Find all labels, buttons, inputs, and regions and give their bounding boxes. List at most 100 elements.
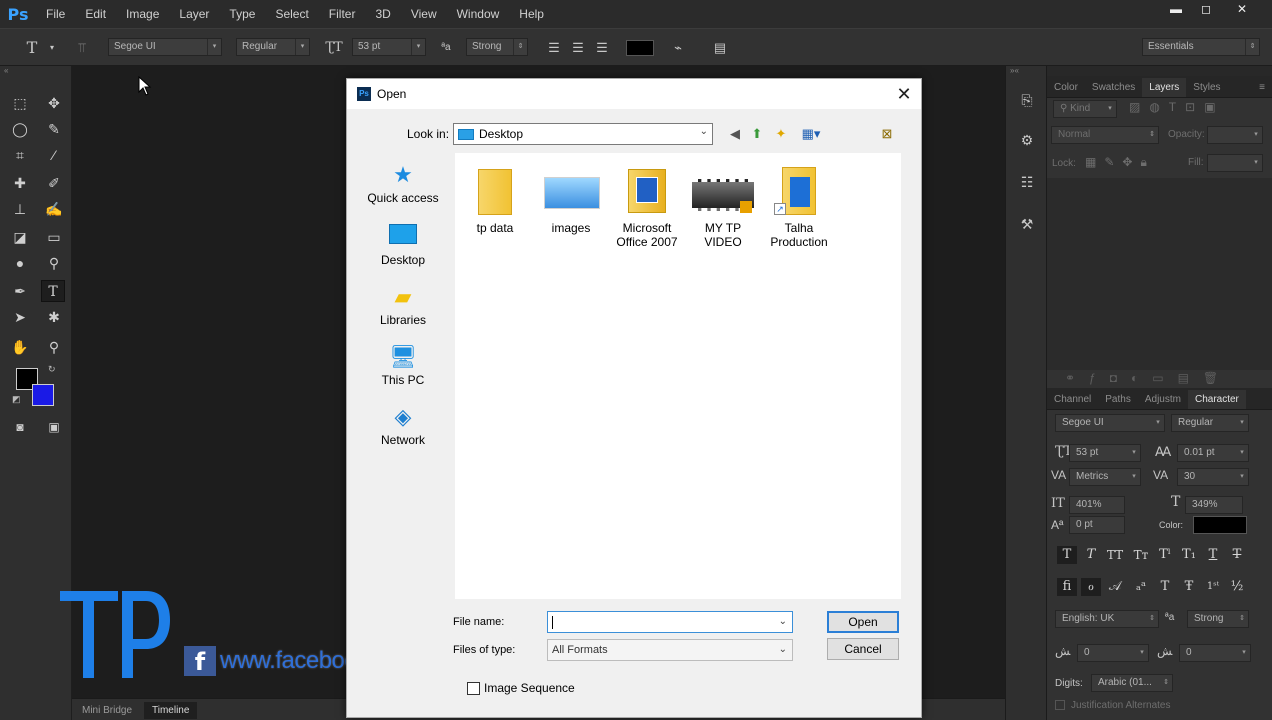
subscript-button[interactable]: T₁ — [1179, 546, 1199, 564]
path-selection-tool-icon[interactable]: ➤ — [8, 306, 32, 328]
view-menu-icon[interactable]: ▦▾ — [797, 124, 825, 144]
char-tracking-select[interactable]: 30 ▾ — [1177, 468, 1249, 486]
tab-mini-bridge[interactable]: Mini Bridge — [74, 702, 140, 719]
menu-3d[interactable]: 3D — [365, 0, 400, 28]
blur-tool-icon[interactable]: ● — [8, 252, 32, 274]
file-item[interactable]: ↗ Talha Production — [761, 163, 837, 249]
char-font-style-select[interactable]: Regular ▾ — [1171, 414, 1249, 432]
align-left-icon[interactable]: ☰ — [544, 38, 564, 58]
font-size-select[interactable]: 53 pt ▾ — [352, 38, 426, 56]
justification-alternates-checkbox[interactable]: Justification Alternates — [1055, 700, 1171, 711]
history-brush-tool-icon[interactable]: ✍ — [42, 198, 66, 220]
tab-swatches[interactable]: Swatches — [1085, 78, 1142, 97]
align-center-icon[interactable]: ☰ — [568, 38, 588, 58]
tab-layers[interactable]: Layers — [1142, 78, 1187, 97]
char-leading-field[interactable]: 0.01 pt ▾ — [1177, 444, 1249, 462]
type-tool-icon[interactable]: T — [22, 38, 42, 58]
all-caps-button[interactable]: TT — [1105, 546, 1125, 564]
swap-colors-icon[interactable]: ↻ — [48, 364, 56, 375]
hand-tool-icon[interactable]: ✋ — [8, 336, 32, 358]
cancel-button[interactable]: Cancel — [827, 638, 899, 660]
menu-select[interactable]: Select — [265, 0, 318, 28]
layer-filter-icons[interactable]: ▨◍T⊡▣ — [1129, 100, 1225, 114]
font-style-select[interactable]: Regular ▾ — [236, 38, 310, 56]
char-field-b[interactable]: 0 ▾ — [1179, 644, 1251, 662]
char-font-family-select[interactable]: Segoe UI ▾ — [1055, 414, 1165, 432]
underline-button[interactable]: T — [1203, 546, 1223, 564]
clone-stamp-tool-icon[interactable]: ⊥ — [8, 198, 32, 220]
file-type-select[interactable]: All Formats ⌄ — [547, 639, 793, 661]
adjustments-panel-icon[interactable]: ☷ — [1014, 170, 1040, 194]
font-family-select[interactable]: Segoe UI ▾ — [108, 38, 222, 56]
lock-icons[interactable]: ▦✎✥🔒︎ — [1085, 155, 1155, 170]
orientation-toggle-icon[interactable]: ⫪ — [72, 38, 92, 58]
back-icon[interactable]: ◀ — [725, 124, 745, 144]
file-item[interactable]: tp data — [457, 163, 533, 235]
char-horizontal-scale-field[interactable]: 349% — [1185, 496, 1243, 514]
panel-menu-icon[interactable]: ≡ — [1252, 78, 1272, 97]
old-style-button[interactable]: ℴ — [1081, 578, 1101, 596]
type-tool-button-icon[interactable]: T — [41, 280, 65, 302]
quick-mask-icon[interactable]: ◙ — [8, 416, 32, 438]
char-antialias-select[interactable]: Strong ⇕ — [1187, 610, 1249, 628]
collapse-arrows-icon[interactable]: « — [4, 66, 8, 75]
gradient-tool-icon[interactable]: ▭ — [42, 226, 66, 248]
up-folder-icon[interactable]: ⬆ — [747, 124, 767, 144]
tab-character[interactable]: Character — [1187, 390, 1246, 409]
restore-button[interactable]: ◻ — [1192, 0, 1220, 18]
collapse-arrows-icon[interactable]: »« — [1010, 66, 1019, 75]
menu-layer[interactable]: Layer — [169, 0, 219, 28]
char-kerning-select[interactable]: Metrics ▾ — [1069, 468, 1141, 486]
char-font-size-field[interactable]: 53 pt ▾ — [1069, 444, 1141, 462]
fill-field[interactable]: ▾ — [1207, 154, 1263, 172]
checkbox-box[interactable] — [467, 681, 480, 695]
menu-view[interactable]: View — [401, 0, 447, 28]
text-color-swatch[interactable] — [626, 40, 654, 56]
dodge-tool-icon[interactable]: ⚲ — [42, 252, 66, 274]
align-right-icon[interactable]: ☰ — [592, 38, 612, 58]
quick-select-tool-icon[interactable]: ✎ — [42, 118, 66, 140]
marquee-tool-icon[interactable]: ⬚ — [8, 92, 32, 114]
blend-mode-select[interactable]: Normal ⇕ — [1051, 126, 1159, 144]
eyedropper-tool-icon[interactable]: ⁄ — [42, 144, 66, 166]
custom-shape-tool-icon[interactable]: ✱ — [42, 306, 66, 328]
tool-presets-panel-icon[interactable]: ⚒ — [1014, 212, 1040, 236]
digits-select[interactable]: Arabic (01... ⇕ — [1091, 674, 1173, 692]
menu-window[interactable]: Window — [447, 0, 510, 28]
opacity-field[interactable]: ▾ — [1207, 126, 1263, 144]
tab-timeline[interactable]: Timeline — [144, 702, 198, 719]
layer-action-icons[interactable]: ⚭ƒ◘◐▭▤🗑︎ — [1065, 371, 1232, 385]
file-item[interactable]: images — [533, 163, 609, 235]
healing-brush-tool-icon[interactable]: ✚ — [8, 172, 32, 194]
background-color-swatch[interactable] — [32, 384, 54, 406]
warp-text-icon[interactable]: ⌁ — [668, 38, 688, 58]
swash-button[interactable]: 𝒜 — [1105, 578, 1125, 596]
pen-tool-icon[interactable]: ✒ — [8, 280, 32, 302]
tab-color[interactable]: Color — [1047, 78, 1085, 97]
titling-button[interactable]: T — [1155, 578, 1175, 596]
minimize-button[interactable]: ▬ — [1162, 0, 1190, 18]
lasso-tool-icon[interactable]: ◯ — [8, 118, 32, 140]
dialog-close-icon[interactable]: ✕ — [893, 83, 915, 105]
small-caps-button[interactable]: Tᴛ — [1131, 546, 1151, 564]
eraser-tool-icon[interactable]: ◪ — [8, 226, 32, 248]
char-baseline-shift-field[interactable]: 0 pt — [1069, 516, 1125, 534]
properties-panel-icon[interactable]: ⚙ — [1014, 128, 1040, 152]
look-in-select[interactable]: Desktop ⌄ — [453, 123, 713, 145]
tab-adjustments[interactable]: Adjustm — [1138, 390, 1188, 409]
menu-help[interactable]: Help — [509, 0, 554, 28]
place-network[interactable]: ◈ Network — [357, 403, 449, 447]
strikethrough-button[interactable]: T — [1227, 546, 1247, 564]
history-panel-icon[interactable]: ⎘ — [1014, 88, 1040, 112]
move-tool-icon[interactable]: ✥ — [42, 92, 66, 114]
close-button[interactable]: ✕ — [1228, 0, 1256, 18]
ordinals-st-button[interactable]: 1ˢᵗ — [1203, 578, 1223, 596]
crop-tool-icon[interactable]: ⌗ — [8, 144, 32, 166]
char-field-a[interactable]: 0 ▾ — [1077, 644, 1149, 662]
workspace-select[interactable]: Essentials ⇕ — [1142, 38, 1260, 56]
place-desktop[interactable]: Desktop — [357, 223, 449, 267]
menu-filter[interactable]: Filter — [319, 0, 366, 28]
fractions-button[interactable]: ½ — [1227, 578, 1247, 596]
stylistic-alternates-button[interactable]: ₐᵃ — [1131, 578, 1151, 596]
antialias-select[interactable]: Strong ⇕ — [466, 38, 528, 56]
